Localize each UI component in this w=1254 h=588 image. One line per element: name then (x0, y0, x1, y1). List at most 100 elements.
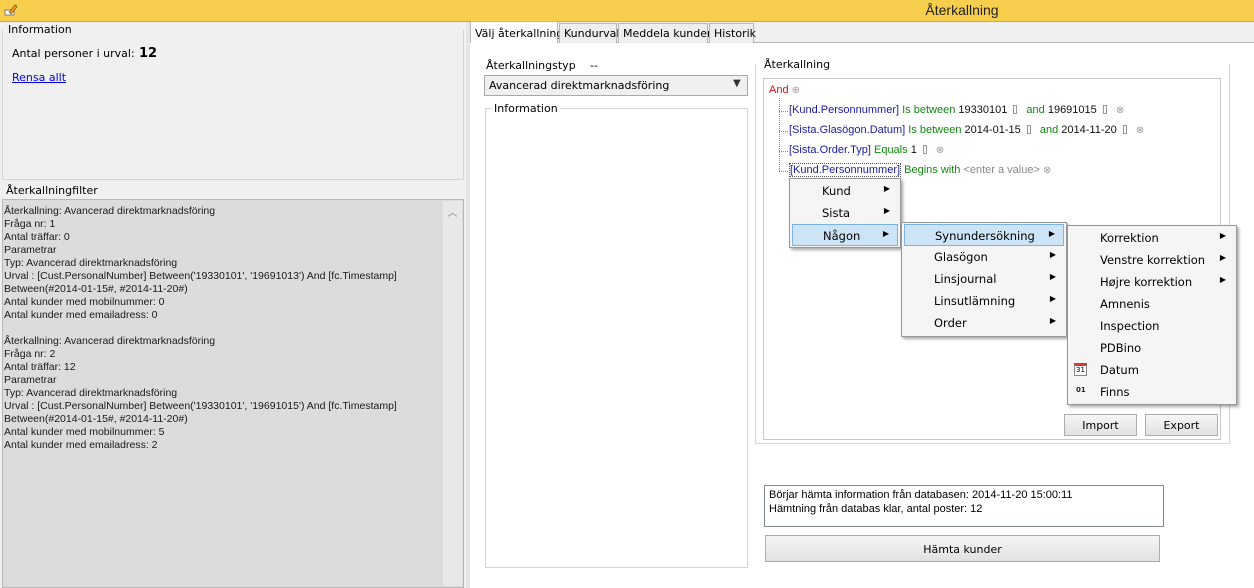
menu-item-pdbino[interactable]: PDBino (1070, 337, 1234, 359)
log-line: Börjar hämta information från databasen:… (769, 489, 1073, 501)
menu-item-nagon[interactable]: Någon ▶ (792, 224, 898, 246)
condition-value-placeholder[interactable]: <enter a value> (963, 164, 1039, 176)
and-label: and (1039, 124, 1059, 136)
context-menu-nagon: Synundersökning ▶ Glasögon ▶ Linsjournal ▶ … (901, 222, 1067, 337)
menu-item-label: Højre korrektion (1100, 275, 1193, 289)
menu-item-kund[interactable]: Kund ▶ (792, 180, 898, 202)
log-line: Hämtning från databas klar, antal poster… (769, 503, 983, 515)
tree-line (779, 151, 788, 152)
menu-item-label: Någon (823, 229, 861, 243)
tab-kundurval[interactable]: Kundurval (559, 23, 619, 43)
tree-line (779, 98, 780, 171)
recall-type-dash: -- (590, 59, 598, 72)
menu-item-label: Linsjournal (934, 272, 997, 286)
tab-historik[interactable]: Historik (709, 23, 756, 43)
value-editor-icon[interactable] (1013, 105, 1018, 114)
fetch-customers-button[interactable]: Hämta kunder (765, 535, 1160, 562)
submenu-arrow-icon: ▶ (1219, 231, 1226, 240)
person-count-label: Antal personer i urval: (12, 47, 135, 60)
menu-item-venstre-korrektion[interactable]: Venstre korrektion ▶ (1070, 249, 1234, 271)
clear-all-link[interactable]: Rensa allt (12, 71, 66, 84)
condition-operator[interactable]: Is between (902, 104, 955, 116)
condition-row[interactable]: [Kund.Personnummer] Is between 19330101 … (789, 104, 1124, 116)
value-editor-icon[interactable] (1102, 105, 1107, 114)
menu-item-finns[interactable]: 01 Finns (1070, 381, 1234, 403)
filter-scrollbar[interactable] (443, 201, 462, 586)
menu-item-glasogon[interactable]: Glasögon ▶ (904, 246, 1064, 268)
window-title: Återkallning (925, 2, 999, 18)
scroll-up-icon[interactable]: ︿ (443, 204, 462, 220)
person-count-value: 12 (139, 46, 158, 61)
root-operator[interactable]: And (769, 84, 789, 96)
remove-condition-icon[interactable]: ⊗ (1043, 165, 1051, 176)
menu-item-label: Amnenis (1100, 297, 1150, 311)
menu-item-label: Finns (1100, 385, 1130, 399)
recall-type-select[interactable]: Avancerad direktmarknadsföring (484, 75, 748, 96)
condition-value[interactable]: 19330101 (958, 104, 1007, 116)
menu-item-label: Linsutlämning (934, 294, 1016, 308)
menu-item-label: Glasögon (934, 250, 988, 264)
value-editor-icon[interactable] (1026, 125, 1031, 134)
menu-item-sista[interactable]: Sista ▶ (792, 202, 898, 224)
menu-item-label: Order (934, 316, 967, 330)
condition-operator[interactable]: Begins with (904, 164, 960, 176)
condition-field[interactable]: [Kund.Personnummer] (789, 104, 899, 116)
chevron-down-icon[interactable]: ▼ (733, 78, 741, 89)
condition-operator[interactable]: Is between (908, 124, 961, 136)
recall-group-title: Återkallning (762, 58, 833, 71)
condition-field-focused[interactable]: [Kund.Personnummer] (789, 163, 902, 177)
condition-row[interactable]: [Sista.Order.Typ] Equals 1 ⊗ (789, 144, 944, 156)
submenu-arrow-icon: ▶ (1219, 253, 1226, 262)
tree-root-and[interactable]: And ⊕ (769, 84, 800, 96)
tree-line (779, 131, 788, 132)
menu-item-datum[interactable]: 31 Datum (1070, 359, 1234, 381)
submenu-arrow-icon: ▶ (1219, 275, 1226, 284)
menu-item-order[interactable]: Order ▶ (904, 312, 1064, 334)
submenu-arrow-icon: ▶ (1049, 272, 1056, 281)
condition-value[interactable]: 2014-01-15 (965, 124, 1021, 136)
condition-field[interactable]: [Sista.Order.Typ] (789, 144, 871, 156)
condition-field[interactable]: [Sista.Glasögon.Datum] (789, 124, 905, 136)
submenu-arrow-icon: ▶ (1048, 229, 1055, 238)
remove-condition-icon[interactable]: ⊗ (1116, 105, 1124, 116)
tab-meddela-kunden[interactable]: Meddela kunden (618, 23, 714, 43)
add-condition-icon[interactable]: ⊕ (792, 85, 800, 96)
context-menu-fields: Kund ▶ Sista ▶ Någon ▶ (789, 178, 901, 248)
information-panel (485, 108, 748, 568)
value-editor-icon[interactable] (922, 145, 927, 154)
submenu-arrow-icon: ▶ (1049, 250, 1056, 259)
remove-condition-icon[interactable]: ⊗ (1136, 125, 1144, 136)
information-group-title: Information (6, 23, 74, 36)
value-editor-icon[interactable] (1122, 125, 1127, 134)
menu-item-hojre-korrektion[interactable]: Højre korrektion ▶ (1070, 271, 1234, 293)
condition-operator[interactable]: Equals (874, 144, 908, 156)
menu-item-label: Venstre korrektion (1100, 253, 1206, 267)
recall-type-label: Återkallningstyp (486, 59, 576, 72)
tab-valj-aterkallning[interactable]: Välj återkallning (470, 21, 563, 43)
import-button[interactable]: Import (1064, 414, 1137, 436)
condition-value[interactable]: 1 (911, 144, 917, 156)
calendar-icon: 31 (1074, 363, 1087, 376)
recall-filter-title: Återkallningfilter (4, 184, 100, 197)
menu-item-synundersokning[interactable]: Synundersökning ▶ (904, 224, 1064, 246)
menu-item-label: Inspection (1100, 319, 1160, 333)
remove-condition-icon[interactable]: ⊗ (936, 145, 944, 156)
condition-row[interactable]: [Kund.Personnummer] Begins with <enter a… (789, 163, 1051, 177)
status-log: Börjar hämta information från databasen:… (764, 485, 1164, 527)
condition-row[interactable]: [Sista.Glasögon.Datum] Is between 2014-0… (789, 124, 1144, 136)
menu-item-inspection[interactable]: Inspection (1070, 315, 1234, 337)
menu-item-linsjournal[interactable]: Linsjournal ▶ (904, 268, 1064, 290)
and-label: and (1026, 104, 1045, 116)
submenu-arrow-icon: ▶ (882, 229, 889, 238)
submenu-arrow-icon: ▶ (883, 206, 890, 215)
export-button[interactable]: Export (1145, 414, 1218, 436)
context-menu-synundersokning: Korrektion ▶ Venstre korrektion ▶ Højre ko… (1067, 225, 1237, 405)
information-panel-title: Information (492, 102, 560, 115)
condition-value[interactable]: 19691015 (1048, 104, 1097, 116)
menu-item-label: Korrektion (1100, 231, 1159, 245)
condition-value[interactable]: 2014-11-20 (1061, 124, 1116, 136)
menu-item-amnenis[interactable]: Amnenis (1070, 293, 1234, 315)
menu-item-linsutlamning[interactable]: Linsutlämning ▶ (904, 290, 1064, 312)
menu-item-korrektion[interactable]: Korrektion ▶ (1070, 227, 1234, 249)
submenu-arrow-icon: ▶ (1049, 316, 1056, 325)
